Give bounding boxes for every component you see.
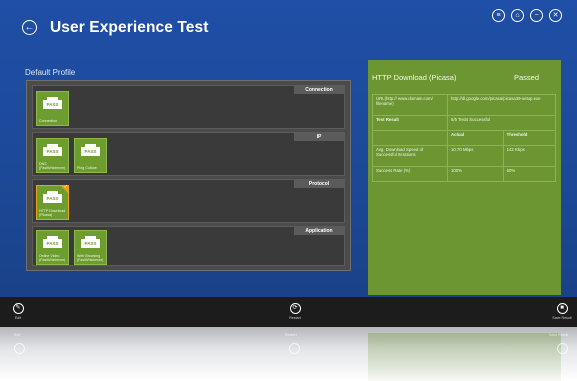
status-badge: Passed	[514, 73, 540, 82]
table-cell: Test Result	[372, 115, 448, 131]
table-cell: 100%	[447, 166, 504, 182]
save-icon: ■	[556, 303, 568, 314]
pass-badge-icon: PASS	[43, 236, 62, 248]
check-icon: ✓	[63, 184, 68, 190]
save-result-button[interactable]: ■ Save Result	[548, 303, 576, 320]
test-tile-online-video[interactable]: PASS Online Video (FastWhichever)	[36, 230, 69, 265]
detail-table: URL(http:// www.domain.com/ filename) ht…	[372, 94, 557, 182]
window-controls: ≡ ⌂ − ✕	[492, 9, 562, 22]
tile-label: Online Video (FastWhichever)	[39, 254, 66, 262]
section-header: Protocol	[294, 180, 344, 188]
save-label: Save Result	[552, 316, 572, 320]
reflection-edit-label: Edit	[14, 333, 21, 337]
restart-icon: ⟳	[289, 303, 301, 314]
tile-label: Ping Culture	[77, 166, 97, 170]
table-cell	[372, 130, 448, 146]
detail-panel: HTTP Download (Picasa) Passed URL(http:/…	[368, 60, 561, 295]
table-row: Avg. Download Speed of Successful Iterat…	[372, 145, 557, 167]
table-cell: 142 Kbps	[502, 145, 557, 167]
tile-label: Web Browsing (FastWhichever)	[77, 254, 104, 262]
test-tile-ping[interactable]: PASS Ping Culture	[74, 138, 107, 173]
section-header: Connection	[294, 86, 344, 94]
test-tile-web-browsing[interactable]: PASS Web Browsing (FastWhichever)	[74, 230, 107, 265]
test-tile-http-download[interactable]: ✓ PASS HTTP Download (Picasa)	[36, 184, 69, 220]
restart-label: Restart	[289, 316, 301, 320]
profile-label: Default Profile	[25, 68, 76, 77]
pass-badge-icon: PASS	[43, 191, 62, 203]
reflection-save-icon	[557, 343, 568, 354]
profile-panel: Connection PASS Connection IP PASS DNS (…	[26, 80, 351, 271]
app-window: ← User Experience Test ≡ ⌂ − ✕ Default P…	[0, 0, 577, 297]
reflection-restart-icon	[289, 343, 300, 354]
bottom-app-bar: ✎ Edit ⟳ Restart ■ Save Result	[0, 297, 577, 327]
detail-title: HTTP Download (Picasa)	[372, 73, 457, 82]
menu-icon[interactable]: ≡	[492, 9, 505, 22]
edit-label: Edit	[14, 316, 22, 320]
section-header: Application	[294, 227, 344, 235]
edit-button[interactable]: ✎ Edit	[3, 303, 33, 320]
pass-badge-icon: PASS	[43, 144, 62, 156]
restart-button[interactable]: ⟳ Restart	[275, 303, 315, 320]
tile-label: Connection	[39, 119, 58, 123]
table-cell: 10.70 Mbps	[447, 145, 504, 167]
table-cell: 5/5 Tests Successful	[447, 115, 556, 131]
table-cell: URL(http:// www.domain.com/ filename)	[372, 94, 448, 116]
section-ip: IP PASS DNS (FastWhichever) PASS Ping Cu…	[32, 132, 345, 176]
test-tile-connection[interactable]: PASS Connection	[36, 91, 69, 126]
section-connection: Connection PASS Connection	[32, 85, 345, 129]
tile-label: DNS (FastWhichever)	[39, 162, 66, 170]
reflection-edit-icon	[14, 343, 25, 354]
table-cell: Success Rate (%)	[372, 166, 448, 182]
edit-icon: ✎	[12, 303, 24, 314]
pass-badge-icon: PASS	[81, 144, 100, 156]
reflection-restart-label: Restart	[285, 333, 297, 337]
page-title: User Experience Test	[50, 19, 209, 36]
table-row: URL(http:// www.domain.com/ filename) ht…	[372, 94, 556, 116]
table-header: Threshold	[502, 130, 557, 146]
close-icon[interactable]: ✕	[549, 9, 562, 22]
table-row: Success Rate (%) 100% 60%	[372, 166, 557, 182]
section-application: Application PASS Online Video (FastWhich…	[32, 226, 345, 266]
table-row: Test Result 5/5 Tests Successful	[372, 115, 556, 131]
table-cell: http://dl.google.com/picasa/picasa39-set…	[447, 94, 556, 116]
home-icon[interactable]: ⌂	[511, 9, 524, 22]
table-cell: Avg. Download Speed of Successful Iterat…	[372, 145, 448, 167]
table-header: Actual	[447, 130, 504, 146]
pass-badge-icon: PASS	[43, 97, 62, 109]
section-header: IP	[294, 133, 344, 141]
reflection-save-label: Save Result	[549, 333, 569, 337]
test-tile-dns[interactable]: PASS DNS (FastWhichever)	[36, 138, 69, 173]
section-protocol: Protocol ✓ PASS HTTP Download (Picasa)	[32, 179, 345, 223]
table-row: Actual Threshold	[372, 130, 557, 146]
tile-label: HTTP Download (Picasa)	[39, 209, 66, 217]
minimize-icon[interactable]: −	[530, 9, 543, 22]
table-cell: 60%	[502, 166, 557, 182]
pass-badge-icon: PASS	[81, 236, 100, 248]
back-arrow-icon[interactable]: ←	[22, 20, 37, 35]
reflection-green	[368, 333, 561, 381]
